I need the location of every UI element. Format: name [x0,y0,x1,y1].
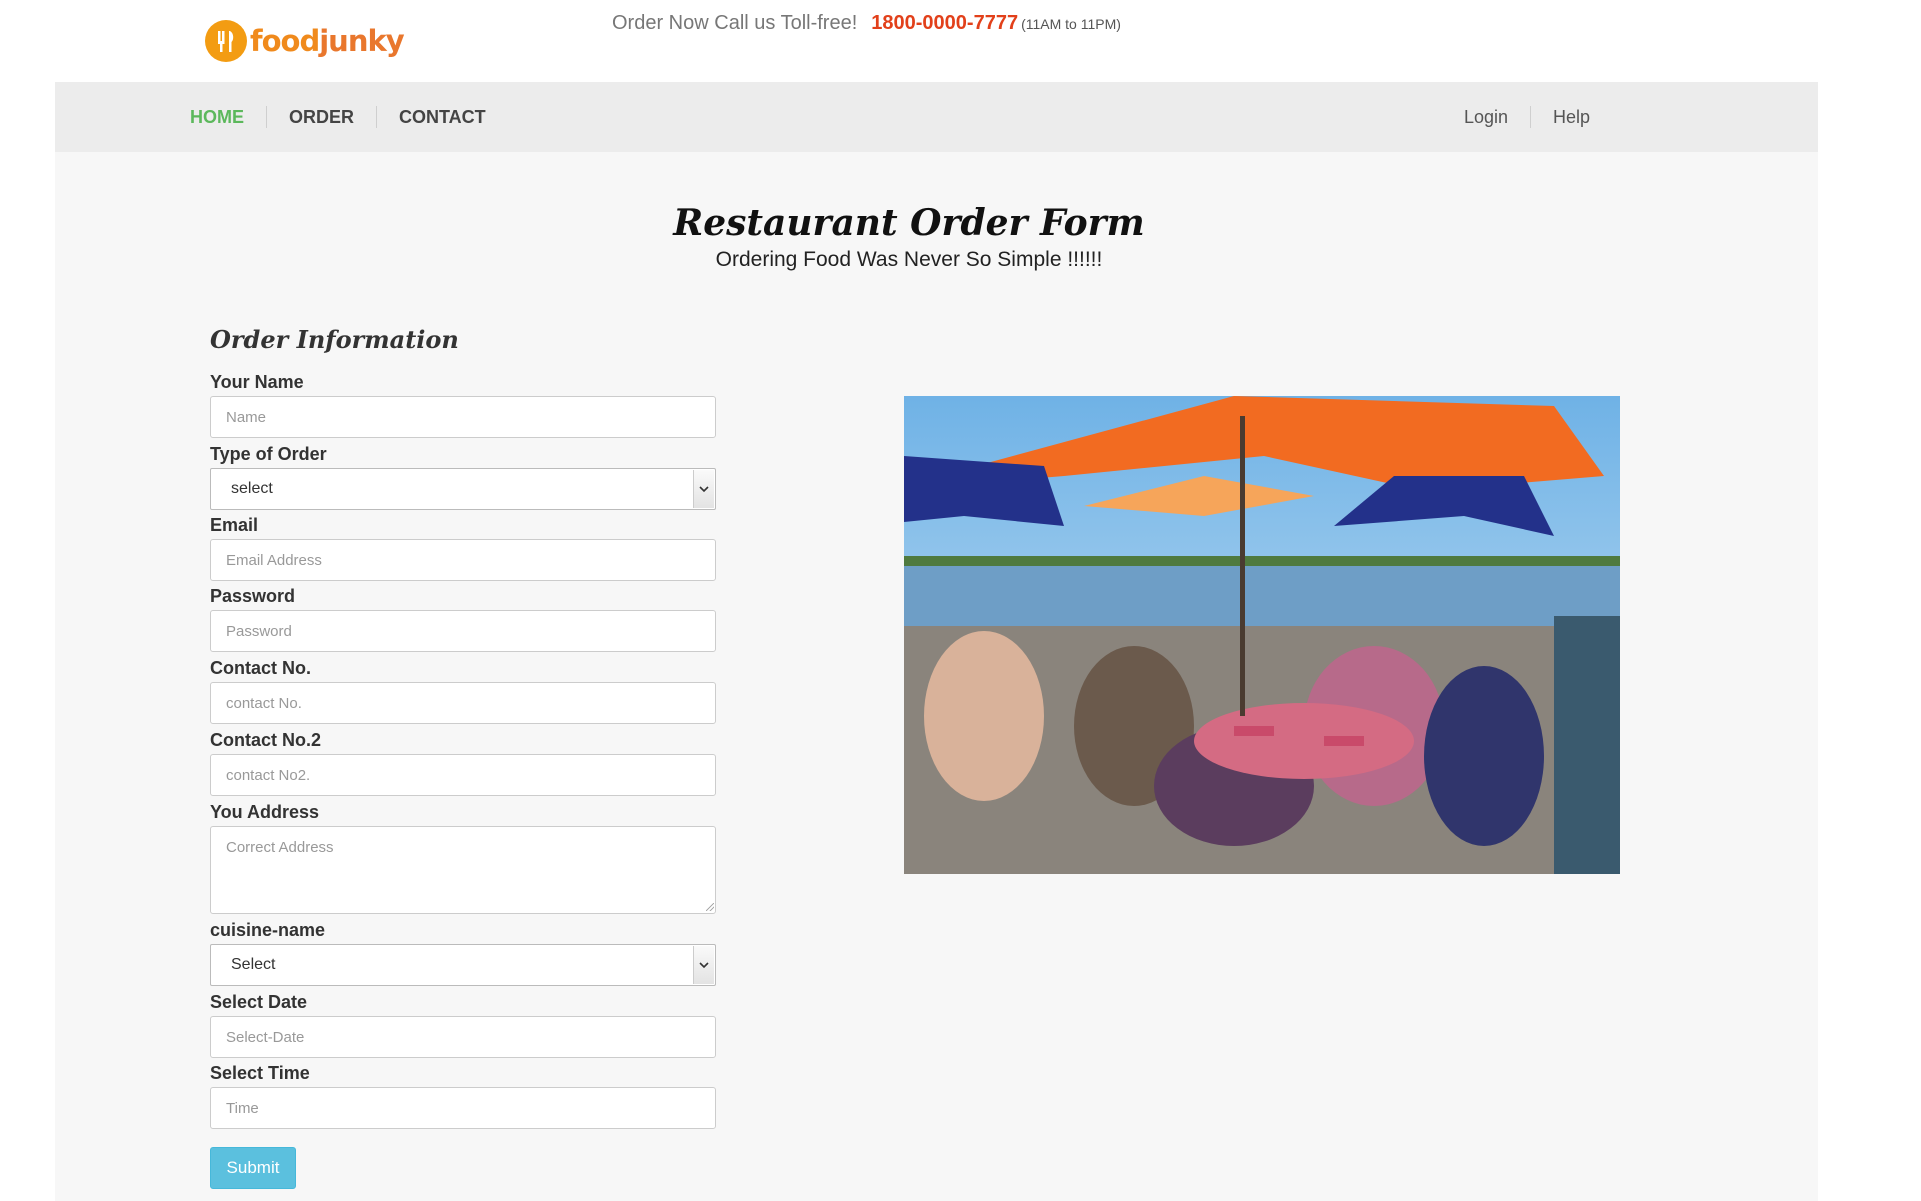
nav-order[interactable]: ORDER [289,107,354,128]
nav-contact[interactable]: CONTACT [399,107,486,128]
order-type-value: select [231,480,273,497]
name-label: Your Name [210,372,304,392]
tollfree-banner: Order Now Call us Toll-free! 1800-0000-77… [612,12,1121,35]
section-title: Order Information [210,325,459,354]
time-input[interactable] [210,1087,716,1129]
nav-home[interactable]: HOME [190,107,244,128]
page-title: Restaurant Order Form [673,202,1145,244]
top-header: foodjunky Order Now Call us Toll-free! 18… [0,0,1921,82]
nav-login[interactable]: Login [1464,107,1508,128]
nav-divider [376,106,378,128]
nav-help[interactable]: Help [1553,107,1590,128]
date-label: Select Date [210,992,308,1012]
address-label: You Address [210,802,320,822]
contact-input[interactable] [210,682,716,724]
password-input[interactable] [210,610,716,652]
page-subtitle: Ordering Food Was Never So Simple !!!!!! [715,248,1103,271]
logo[interactable]: foodjunky [205,20,405,62]
email-input[interactable] [210,539,716,581]
nav-divider [1530,106,1532,128]
cuisine-select[interactable]: Select [210,944,716,986]
email-label: Email [210,515,259,535]
restaurant-photo [904,396,1620,874]
resize-handle-icon[interactable] [706,903,714,911]
time-label: Select Time [210,1063,310,1083]
submit-button[interactable]: Submit [210,1147,296,1189]
date-input[interactable] [210,1016,716,1058]
service-hours: (11AM to 11PM) [1021,16,1121,32]
tollfree-label: Order Now Call us Toll-free! [612,12,858,34]
order-type-label: Type of Order [210,444,327,464]
contact-label: Contact No. [210,658,311,678]
restaurant-patio-illustration [904,396,1620,874]
name-input[interactable] [210,396,716,438]
page-container: HOME ORDER CONTACT Login Help Restaurant… [55,82,1818,1201]
phone-number[interactable]: 1800-0000-7777 [871,12,1018,34]
fork-knife-icon [205,20,247,62]
password-label: Password [210,586,296,606]
cuisine-value: Select [231,956,276,973]
main-nav: HOME ORDER CONTACT [190,82,486,152]
contact2-input[interactable] [210,754,716,796]
contact2-label: Contact No.2 [210,730,322,750]
order-type-select[interactable]: select [210,468,716,510]
navbar: HOME ORDER CONTACT Login Help [55,82,1818,152]
account-nav: Login Help [1464,82,1590,152]
chevron-down-icon[interactable] [693,470,714,508]
logo-text: foodjunky [250,24,405,58]
cuisine-label: cuisine-name [210,920,326,940]
chevron-down-icon[interactable] [693,946,714,984]
address-textarea[interactable] [210,826,716,914]
nav-divider [266,106,267,128]
